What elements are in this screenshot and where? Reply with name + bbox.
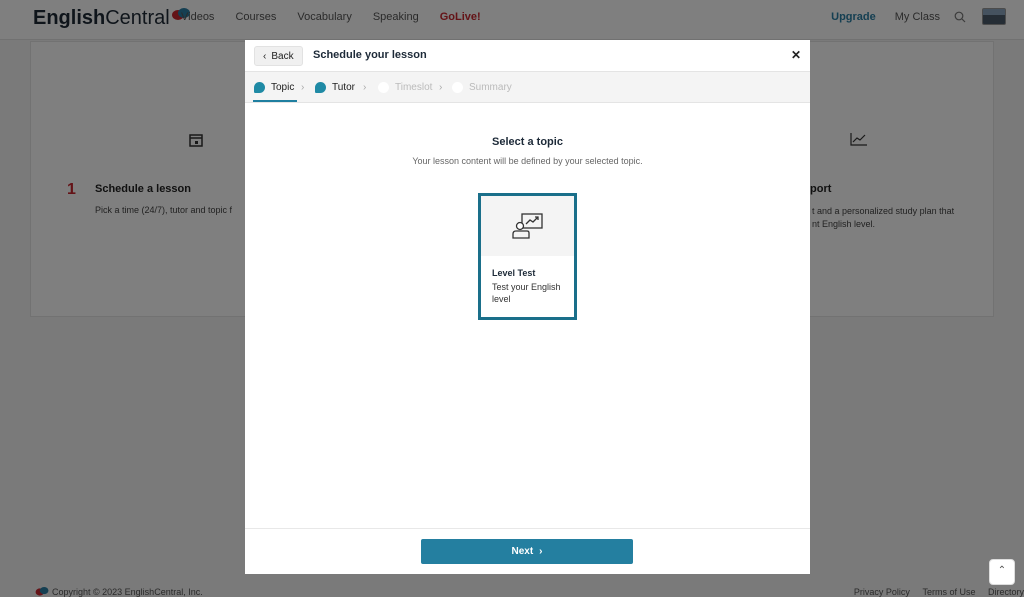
next-button-label: Next [511,546,534,557]
scroll-to-top-button[interactable]: ⌃ [989,559,1015,585]
chevron-left-icon: ‹ [263,50,267,62]
schedule-lesson-modal: ‹ Back Schedule your lesson ✕ Topic › Tu… [245,40,810,574]
step-label: Topic [271,82,295,93]
chevron-right-icon: › [439,82,443,93]
step-pending-icon [452,82,463,93]
topic-description: Test your English level [492,282,561,304]
back-button[interactable]: ‹ Back [254,46,303,66]
select-topic-subheading: Your lesson content will be defined by y… [412,156,643,166]
step-tutor[interactable]: Tutor [315,82,355,93]
chevron-right-icon: › [301,82,305,93]
step-summary: Summary [452,82,512,93]
step-progress: Topic › Tutor › Timeslot › Summary [245,72,810,103]
step-complete-icon [315,82,326,93]
next-button[interactable]: Next › [421,539,633,564]
step-label: Timeslot [395,82,433,93]
topic-name: Level Test [492,268,536,278]
active-step-underline [253,100,297,102]
modal-header: ‹ Back Schedule your lesson ✕ [245,40,810,72]
presentation-chart-icon [511,213,543,239]
close-icon[interactable]: ✕ [791,48,801,62]
back-button-label: Back [271,50,294,62]
topic-card-level-test[interactable]: Level Test Test your English level [478,193,577,320]
chevron-right-icon: › [363,82,367,93]
step-label: Summary [469,82,512,93]
chevron-right-icon: › [539,546,543,557]
select-topic-heading: Select a topic [492,136,563,148]
step-label: Tutor [332,82,355,93]
step-pending-icon [378,82,389,93]
step-complete-icon [254,82,265,93]
topic-illustration [481,196,574,256]
modal-title: Schedule your lesson [313,49,427,61]
modal-footer: Next › [245,528,810,574]
chevron-up-icon: ⌃ [997,565,1007,576]
step-timeslot: Timeslot [378,82,432,93]
step-topic[interactable]: Topic [254,82,294,93]
